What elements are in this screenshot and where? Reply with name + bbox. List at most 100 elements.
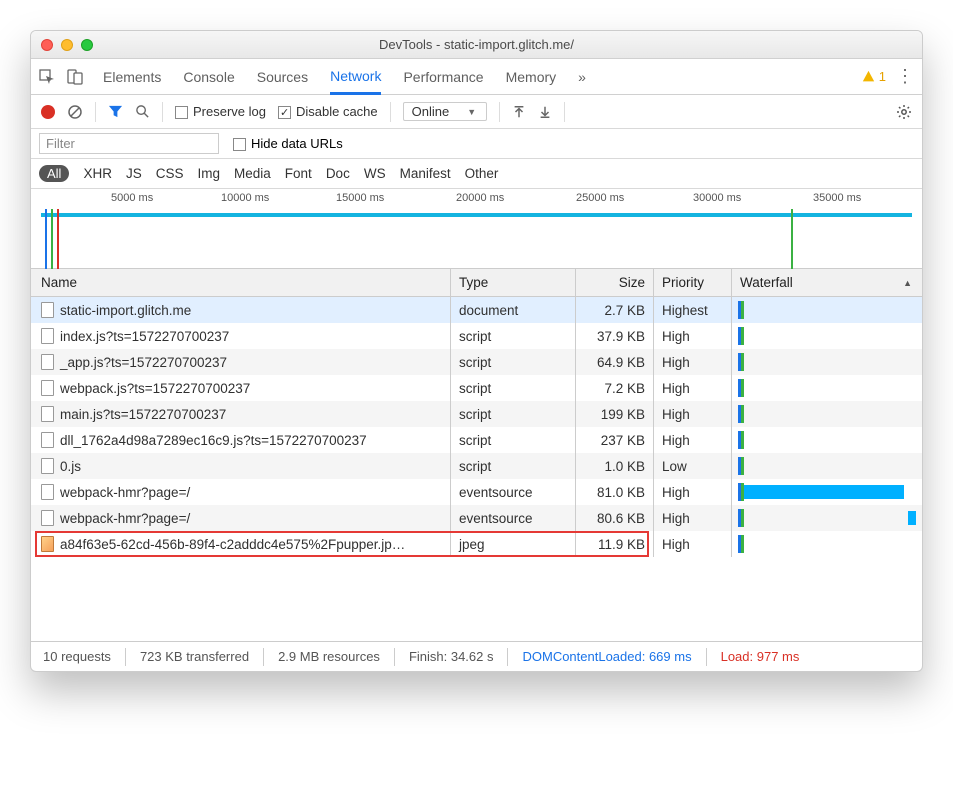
filter-bar: Filter Hide data URLs <box>31 129 922 159</box>
type-img[interactable]: Img <box>198 166 221 181</box>
request-type: script <box>451 323 576 349</box>
zoom-icon[interactable] <box>81 39 93 51</box>
type-js[interactable]: JS <box>126 166 142 181</box>
request-size: 37.9 KB <box>576 323 654 349</box>
status-transferred: 723 KB transferred <box>140 649 249 664</box>
request-name: dll_1762a4d98a7289ec16c9.js?ts=157227070… <box>60 433 367 448</box>
type-media[interactable]: Media <box>234 166 271 181</box>
table-row[interactable]: _app.js?ts=1572270700237script64.9 KBHig… <box>31 349 922 375</box>
request-name: index.js?ts=1572270700237 <box>60 329 229 344</box>
hide-data-urls-checkbox[interactable]: Hide data URLs <box>233 136 343 151</box>
filter-toggle-icon[interactable] <box>108 104 123 119</box>
status-resources: 2.9 MB resources <box>278 649 380 664</box>
search-icon[interactable] <box>135 104 150 119</box>
file-icon <box>41 458 54 474</box>
request-name: a84f63e5-62cd-456b-89f4-c2adddc4e575%2Fp… <box>60 537 405 552</box>
tab-more[interactable]: » <box>578 59 586 94</box>
record-button[interactable] <box>41 105 55 119</box>
request-waterfall <box>732 453 922 479</box>
table-row[interactable]: webpack.js?ts=1572270700237script7.2 KBH… <box>31 375 922 401</box>
tab-network[interactable]: Network <box>330 60 381 95</box>
status-requests: 10 requests <box>43 649 111 664</box>
request-name: static-import.glitch.me <box>60 303 191 318</box>
type-manifest[interactable]: Manifest <box>400 166 451 181</box>
col-name[interactable]: Name <box>31 269 451 296</box>
titlebar: DevTools - static-import.glitch.me/ <box>31 31 922 59</box>
request-waterfall <box>732 505 922 531</box>
request-priority: Low <box>654 453 732 479</box>
type-doc[interactable]: Doc <box>326 166 350 181</box>
file-icon <box>41 380 54 396</box>
request-type: script <box>451 375 576 401</box>
table-row[interactable]: index.js?ts=1572270700237script37.9 KBHi… <box>31 323 922 349</box>
file-icon <box>41 328 54 344</box>
tab-memory[interactable]: Memory <box>506 59 557 94</box>
traffic-lights <box>41 39 93 51</box>
tab-console[interactable]: Console <box>183 59 234 94</box>
inspect-icon[interactable] <box>39 69 55 85</box>
tab-performance[interactable]: Performance <box>403 59 483 94</box>
tab-sources[interactable]: Sources <box>257 59 308 94</box>
file-icon <box>41 432 54 448</box>
disable-cache-checkbox[interactable]: Disable cache <box>278 104 378 119</box>
status-load: Load: 977 ms <box>721 649 800 664</box>
table-row[interactable]: 0.jsscript1.0 KBLow <box>31 453 922 479</box>
device-toggle-icon[interactable] <box>67 69 83 85</box>
clear-icon[interactable] <box>67 104 83 120</box>
request-name: webpack-hmr?page=/ <box>60 511 190 526</box>
upload-har-icon[interactable] <box>512 105 526 119</box>
timeline-overview[interactable]: 5000 ms 10000 ms 15000 ms 20000 ms 25000… <box>31 189 922 269</box>
status-domcontentloaded: DOMContentLoaded: 669 ms <box>522 649 691 664</box>
request-waterfall <box>732 401 922 427</box>
type-xhr[interactable]: XHR <box>83 166 112 181</box>
col-waterfall[interactable]: Waterfall▲ <box>732 269 922 296</box>
close-icon[interactable] <box>41 39 53 51</box>
table-row[interactable]: dll_1762a4d98a7289ec16c9.js?ts=157227070… <box>31 427 922 453</box>
request-priority: High <box>654 427 732 453</box>
request-size: 11.9 KB <box>576 531 654 557</box>
request-type: script <box>451 453 576 479</box>
request-name: _app.js?ts=1572270700237 <box>60 355 227 370</box>
file-icon <box>41 302 54 318</box>
request-type: script <box>451 401 576 427</box>
table-row[interactable]: webpack-hmr?page=/eventsource80.6 KBHigh <box>31 505 922 531</box>
table-row[interactable]: main.js?ts=1572270700237script199 KBHigh <box>31 401 922 427</box>
request-priority: High <box>654 349 732 375</box>
request-waterfall <box>732 375 922 401</box>
col-type[interactable]: Type <box>451 269 576 296</box>
settings-gear-icon[interactable] <box>896 104 912 120</box>
type-font[interactable]: Font <box>285 166 312 181</box>
tab-elements[interactable]: Elements <box>103 59 161 94</box>
table-row[interactable]: a84f63e5-62cd-456b-89f4-c2adddc4e575%2Fp… <box>31 531 922 557</box>
request-priority: High <box>654 401 732 427</box>
network-toolbar: Preserve log Disable cache Online▼ <box>31 95 922 129</box>
minimize-icon[interactable] <box>61 39 73 51</box>
request-waterfall <box>732 479 922 505</box>
request-waterfall <box>732 531 922 557</box>
status-finish: Finish: 34.62 s <box>409 649 494 664</box>
preserve-log-checkbox[interactable]: Preserve log <box>175 104 266 119</box>
download-har-icon[interactable] <box>538 105 552 119</box>
kebab-menu-icon[interactable]: ⋮ <box>896 66 914 87</box>
col-size[interactable]: Size <box>576 269 654 296</box>
request-size: 80.6 KB <box>576 505 654 531</box>
request-size: 64.9 KB <box>576 349 654 375</box>
throttling-select[interactable]: Online▼ <box>403 102 488 121</box>
status-bar: 10 requests 723 KB transferred 2.9 MB re… <box>31 641 922 671</box>
request-size: 7.2 KB <box>576 375 654 401</box>
request-table: static-import.glitch.medocument2.7 KBHig… <box>31 297 922 641</box>
request-name: 0.js <box>60 459 81 474</box>
warnings-badge[interactable]: 1 <box>862 69 886 84</box>
request-priority: High <box>654 375 732 401</box>
table-row[interactable]: static-import.glitch.medocument2.7 KBHig… <box>31 297 922 323</box>
request-waterfall <box>732 323 922 349</box>
type-other[interactable]: Other <box>465 166 499 181</box>
request-waterfall <box>732 349 922 375</box>
col-priority[interactable]: Priority <box>654 269 732 296</box>
request-name: webpack-hmr?page=/ <box>60 485 190 500</box>
type-all[interactable]: All <box>39 165 69 182</box>
type-ws[interactable]: WS <box>364 166 386 181</box>
table-row[interactable]: webpack-hmr?page=/eventsource81.0 KBHigh <box>31 479 922 505</box>
filter-input[interactable]: Filter <box>39 133 219 154</box>
type-css[interactable]: CSS <box>156 166 184 181</box>
